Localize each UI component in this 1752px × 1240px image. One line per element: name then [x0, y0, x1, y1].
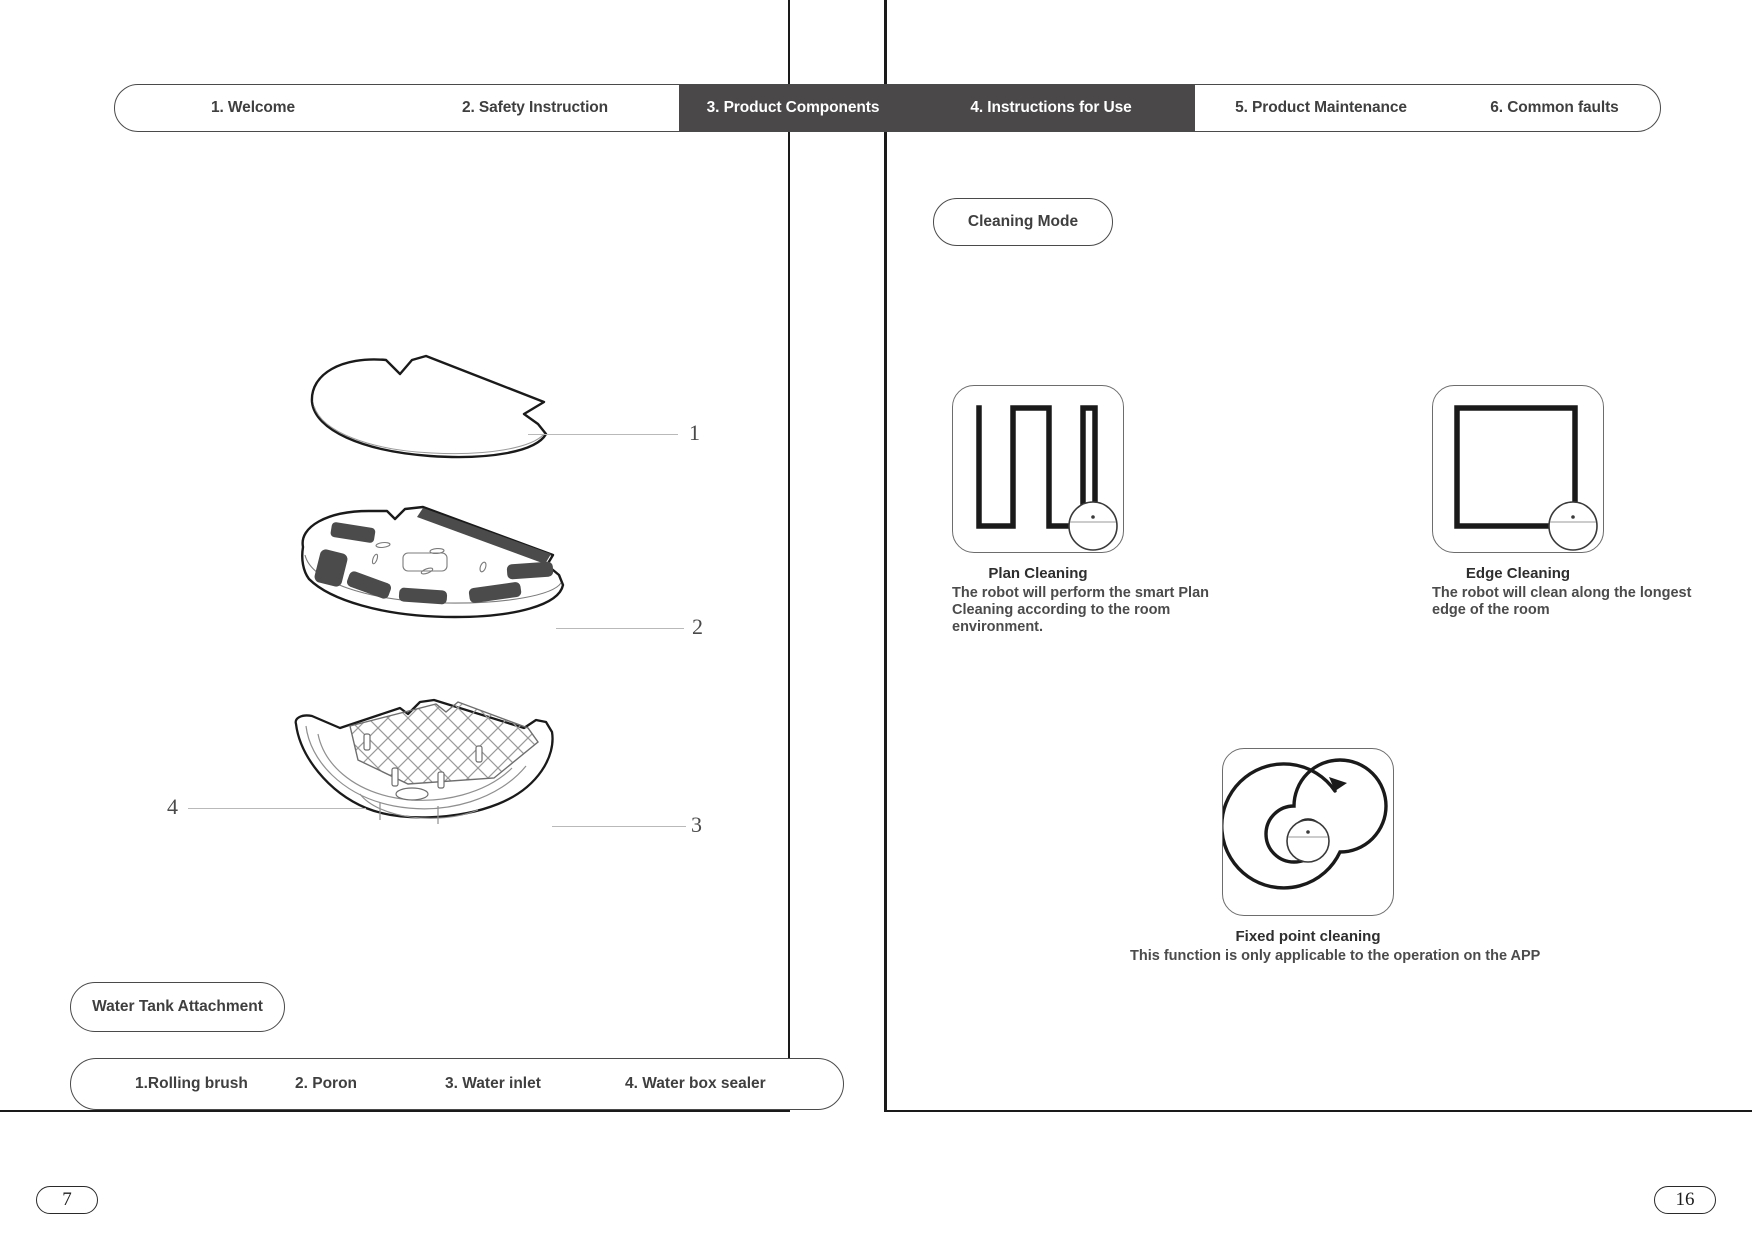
leader-line-2	[556, 628, 684, 629]
tab-product-maintenance-label: 5. Product Maintenance	[1235, 99, 1407, 116]
part-water-tank-illustration	[294, 698, 554, 824]
part-poron-illustration	[301, 505, 565, 619]
mode-title-plan-cleaning: Plan Cleaning	[988, 565, 1088, 582]
section-tab-bar[interactable]: 1. Welcome 2. Safety Instruction 3. Prod…	[114, 84, 1661, 132]
page-number-right: 16	[1654, 1186, 1716, 1214]
mode-card-plan-cleaning: Plan Cleaning The robot will perform the…	[952, 385, 1242, 636]
manual-spread: 1. Welcome 2. Safety Instruction 3. Prod…	[0, 0, 1752, 1240]
callout-number-3: 3	[691, 812, 702, 837]
edge-cleaning-perimeter-icon	[1432, 385, 1604, 553]
tab-product-components[interactable]: 3. Product Components	[679, 85, 907, 131]
tab-safety-instruction[interactable]: 2. Safety Instruction	[391, 85, 679, 131]
section-pill-cleaning-mode: Cleaning Mode	[933, 198, 1113, 246]
mode-card-fixed-point-cleaning: Fixed point cleaning This function is on…	[1130, 748, 1602, 965]
page-number-right-value: 16	[1675, 1189, 1695, 1210]
leader-line-3	[552, 826, 686, 827]
plan-cleaning-zigzag-icon	[952, 385, 1124, 553]
leader-line-4	[188, 808, 366, 809]
mode-desc-edge-cleaning: The robot will clean along the longest e…	[1432, 585, 1692, 619]
mode-title-edge-cleaning: Edge Cleaning	[1465, 565, 1571, 582]
tab-common-faults-label: 6. Common faults	[1490, 99, 1619, 116]
callout-number-2: 2	[692, 614, 703, 639]
right-page-bottom-rule	[886, 1110, 1752, 1112]
mode-desc-fixed-point-cleaning: This function is only applicable to the …	[1130, 948, 1541, 964]
legend-item-poron: 2. Poron	[295, 1075, 358, 1092]
callout-number-4: 4	[167, 794, 178, 819]
callout-number-1: 1	[689, 420, 700, 445]
leader-line-1	[528, 434, 678, 435]
tab-instructions-for-use[interactable]: 4. Instructions for Use	[907, 85, 1195, 131]
mode-title-fixed-point-cleaning: Fixed point cleaning	[1235, 928, 1381, 945]
parts-legend-bar: 1.Rolling brush 2. Poron 3. Water inlet …	[70, 1058, 844, 1110]
section-pill-water-tank-label: Water Tank Attachment	[92, 998, 263, 1015]
legend-item-water-box-sealer: 4. Water box sealer	[625, 1075, 766, 1092]
tab-welcome-label: 1. Welcome	[210, 99, 295, 116]
tab-welcome[interactable]: 1. Welcome	[115, 85, 391, 131]
tab-common-faults[interactable]: 6. Common faults	[1447, 85, 1660, 131]
mode-desc-plan-cleaning: The robot will perform the smart Plan Cl…	[952, 585, 1210, 636]
section-pill-water-tank-attachment: Water Tank Attachment	[70, 982, 285, 1032]
page-number-left-value: 7	[62, 1189, 72, 1210]
legend-item-rolling-brush: 1.Rolling brush	[135, 1075, 248, 1092]
tab-product-components-label: 3. Product Components	[706, 99, 880, 116]
legend-item-water-inlet: 3. Water inlet	[445, 1075, 541, 1092]
tab-instructions-for-use-label: 4. Instructions for Use	[970, 99, 1132, 116]
tab-safety-instruction-label: 2. Safety Instruction	[461, 99, 609, 116]
fixed-point-spiral-icon	[1222, 748, 1394, 916]
page-gutter-divider	[884, 0, 887, 1112]
page-number-left: 7	[36, 1186, 98, 1214]
part-rolling-brush-illustration	[310, 354, 548, 459]
section-pill-cleaning-mode-label: Cleaning Mode	[967, 213, 1079, 230]
tab-product-maintenance[interactable]: 5. Product Maintenance	[1195, 85, 1447, 131]
mode-card-edge-cleaning: Edge Cleaning The robot will clean along…	[1432, 385, 1722, 619]
